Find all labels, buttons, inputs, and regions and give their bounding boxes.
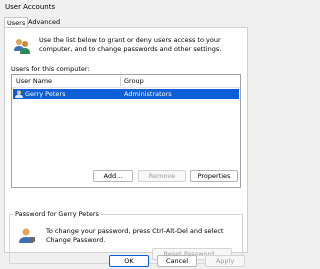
column-header-user-name[interactable]: User Name — [16, 77, 52, 85]
users-icon — [14, 39, 30, 54]
list-header: User Name Group — [12, 75, 240, 88]
user-name-cell: Gerry Peters — [25, 90, 66, 98]
ok-button[interactable]: OK — [109, 255, 149, 267]
remove-button[interactable]: Remove — [138, 170, 186, 182]
cancel-button[interactable]: Cancel — [157, 255, 197, 267]
user-icon — [15, 90, 23, 98]
password-instructions: To change your password, press Ctrl-Alt-… — [46, 227, 224, 244]
title-bar: User Accounts — [0, 0, 250, 16]
apply-button[interactable]: Apply — [205, 255, 245, 267]
properties-button[interactable]: Properties — [190, 170, 238, 182]
users-tab-panel: Use the list below to grant or deny user… — [4, 27, 248, 264]
add-button[interactable]: Add... — [93, 170, 133, 182]
intro-text: Use the list below to grant or deny user… — [39, 36, 222, 53]
list-item[interactable]: Gerry Peters Administrators — [13, 89, 239, 99]
column-header-group[interactable]: Group — [124, 77, 144, 85]
group-cell: Administrators — [124, 90, 172, 98]
column-separator[interactable] — [120, 76, 121, 86]
tab-advanced[interactable]: Advanced — [26, 17, 60, 27]
window-title: User Accounts — [5, 3, 56, 11]
password-group-title: Password for Gerry Peters — [13, 210, 101, 218]
password-icon — [19, 228, 35, 243]
users-list-label: Users for this computer: — [11, 65, 90, 73]
